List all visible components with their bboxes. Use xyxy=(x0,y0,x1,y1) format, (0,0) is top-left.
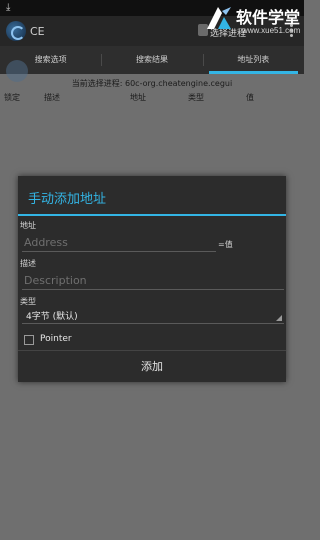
dialog-title: 手动添加地址 xyxy=(28,192,107,207)
type-select-value: 4字节 (默认) xyxy=(26,312,78,322)
pointer-checkbox[interactable] xyxy=(24,335,34,345)
dropdown-arrow-icon xyxy=(276,315,282,321)
pointer-label[interactable]: Pointer xyxy=(40,334,72,344)
equals-value-label: =值 xyxy=(218,240,233,249)
column-header-lock: 锁定 xyxy=(4,93,20,102)
column-header-description: 描述 xyxy=(44,93,60,102)
add-button[interactable]: 添加 xyxy=(18,351,286,382)
dialog-title-divider xyxy=(18,214,286,216)
download-icon: ⤓ xyxy=(6,2,11,13)
tab-address-list[interactable]: 地址列表 xyxy=(202,46,304,74)
column-header-value: 值 xyxy=(246,93,254,102)
type-select[interactable]: 4字节 (默认) xyxy=(22,306,284,324)
tab-search-results[interactable]: 搜索结果 xyxy=(101,46,202,74)
tab-bar: 搜索选项 搜索结果 地址列表 xyxy=(0,46,304,74)
add-address-dialog: 手动添加地址 地址 =值 描述 类型 4字节 (默认) Pointer 添加 xyxy=(18,176,286,382)
watermark: 软件学堂 www.xue51.com xyxy=(204,2,302,38)
app-logo xyxy=(6,21,26,41)
watermark-logo-icon xyxy=(207,7,231,29)
column-header-address: 地址 xyxy=(130,93,146,102)
address-input[interactable] xyxy=(22,234,216,252)
watermark-url: www.xue51.com xyxy=(242,26,301,35)
description-label: 描述 xyxy=(20,259,36,268)
watermark-title: 软件学堂 xyxy=(236,8,301,27)
current-process-label: 当前选择进程: 60c-org.cheatengine.cegui xyxy=(71,79,233,88)
app-title: CE xyxy=(30,25,45,38)
description-input[interactable] xyxy=(22,272,284,290)
column-header-type: 类型 xyxy=(188,93,204,102)
address-label: 地址 xyxy=(20,221,36,230)
